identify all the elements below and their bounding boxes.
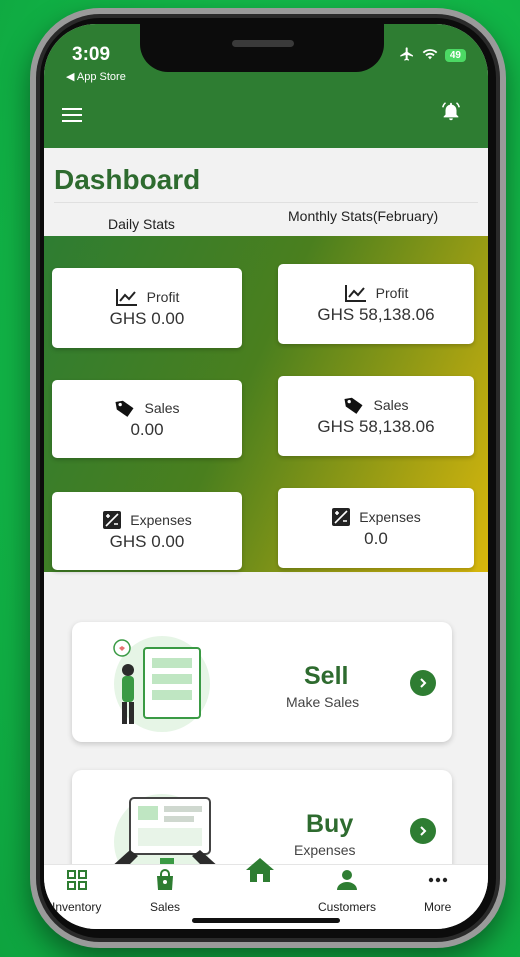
expense-icon	[331, 507, 351, 527]
buy-subtitle: Expenses	[294, 842, 356, 858]
bell-icon[interactable]	[440, 100, 462, 122]
monthly-sales-card[interactable]: Sales GHS 58,138.06	[278, 376, 474, 456]
monthly-sales-value: GHS 58,138.06	[317, 417, 435, 436]
stats-panel: Profit GHS 0.00 Profit GHS 58,138.06 Sal…	[44, 236, 488, 572]
monthly-expenses-card[interactable]: Expenses 0.0	[278, 488, 474, 568]
expense-icon	[102, 510, 122, 530]
nav-inventory[interactable]: Inventory	[52, 869, 101, 914]
more-icon	[427, 869, 449, 896]
monthly-expenses-label: Expenses	[359, 509, 421, 525]
chevron-right-icon[interactable]	[410, 670, 436, 696]
tag-icon	[114, 398, 136, 418]
trend-icon	[344, 283, 368, 303]
nav-sales[interactable]: Sales	[150, 869, 180, 914]
daily-profit-card[interactable]: Profit GHS 0.00	[52, 268, 242, 348]
nav-customers-label: Customers	[318, 900, 377, 914]
tab-monthly-stats[interactable]: Monthly Stats(February)	[288, 208, 438, 224]
monthly-profit-card[interactable]: Profit GHS 58,138.06	[278, 264, 474, 344]
app-header: 3:09 ◀ App Store 49	[44, 24, 488, 148]
app-screen: 3:09 ◀ App Store 49 Dashboard Daily Stat…	[44, 24, 488, 929]
home-indicator	[192, 918, 340, 923]
sell-title: Sell	[304, 662, 349, 690]
sell-subtitle: Make Sales	[286, 694, 360, 710]
airplane-icon	[399, 46, 415, 65]
daily-expenses-value: GHS 0.00	[109, 532, 185, 551]
monthly-expenses-value: 0.0	[364, 529, 388, 548]
nav-customers[interactable]: Customers	[318, 869, 376, 914]
daily-expenses-card[interactable]: Expenses GHS 0.00	[52, 492, 242, 570]
nav-more[interactable]: More	[424, 869, 451, 914]
daily-profit-label: Profit	[146, 289, 180, 305]
menu-icon[interactable]	[62, 108, 82, 122]
monthly-sales-label: Sales	[373, 397, 409, 413]
chevron-right-icon[interactable]	[410, 818, 436, 844]
page-title: Dashboard	[54, 164, 201, 195]
daily-expenses-label: Expenses	[130, 512, 192, 528]
tab-daily-stats[interactable]: Daily Stats	[108, 216, 175, 232]
monthly-profit-value: GHS 58,138.06	[317, 305, 435, 324]
tag-icon	[343, 395, 365, 415]
status-time: 3:09	[72, 44, 111, 65]
bag-icon	[154, 869, 176, 896]
divider	[54, 202, 478, 203]
monthly-profit-label: Profit	[375, 285, 409, 301]
grid-icon	[66, 869, 88, 896]
notch	[140, 24, 384, 72]
daily-profit-value: GHS 0.00	[109, 309, 185, 328]
status-icons: 49	[399, 46, 466, 65]
back-to-app-store-link[interactable]: ◀ App Store	[66, 70, 126, 83]
buy-title: Buy	[306, 810, 354, 838]
nav-more-label: More	[424, 900, 452, 914]
battery-indicator: 49	[444, 49, 466, 62]
wifi-icon	[422, 47, 438, 64]
nav-sales-label: Sales	[150, 900, 181, 914]
nav-inventory-label: Inventory	[52, 900, 102, 914]
home-icon[interactable]	[240, 850, 280, 890]
sell-illustration	[100, 630, 230, 734]
sell-card[interactable]: Sell Make Sales	[72, 622, 452, 742]
daily-sales-label: Sales	[144, 400, 180, 416]
trend-icon	[115, 287, 139, 307]
person-icon	[336, 869, 358, 896]
daily-sales-card[interactable]: Sales 0.00	[52, 380, 242, 458]
daily-sales-value: 0.00	[130, 420, 164, 439]
